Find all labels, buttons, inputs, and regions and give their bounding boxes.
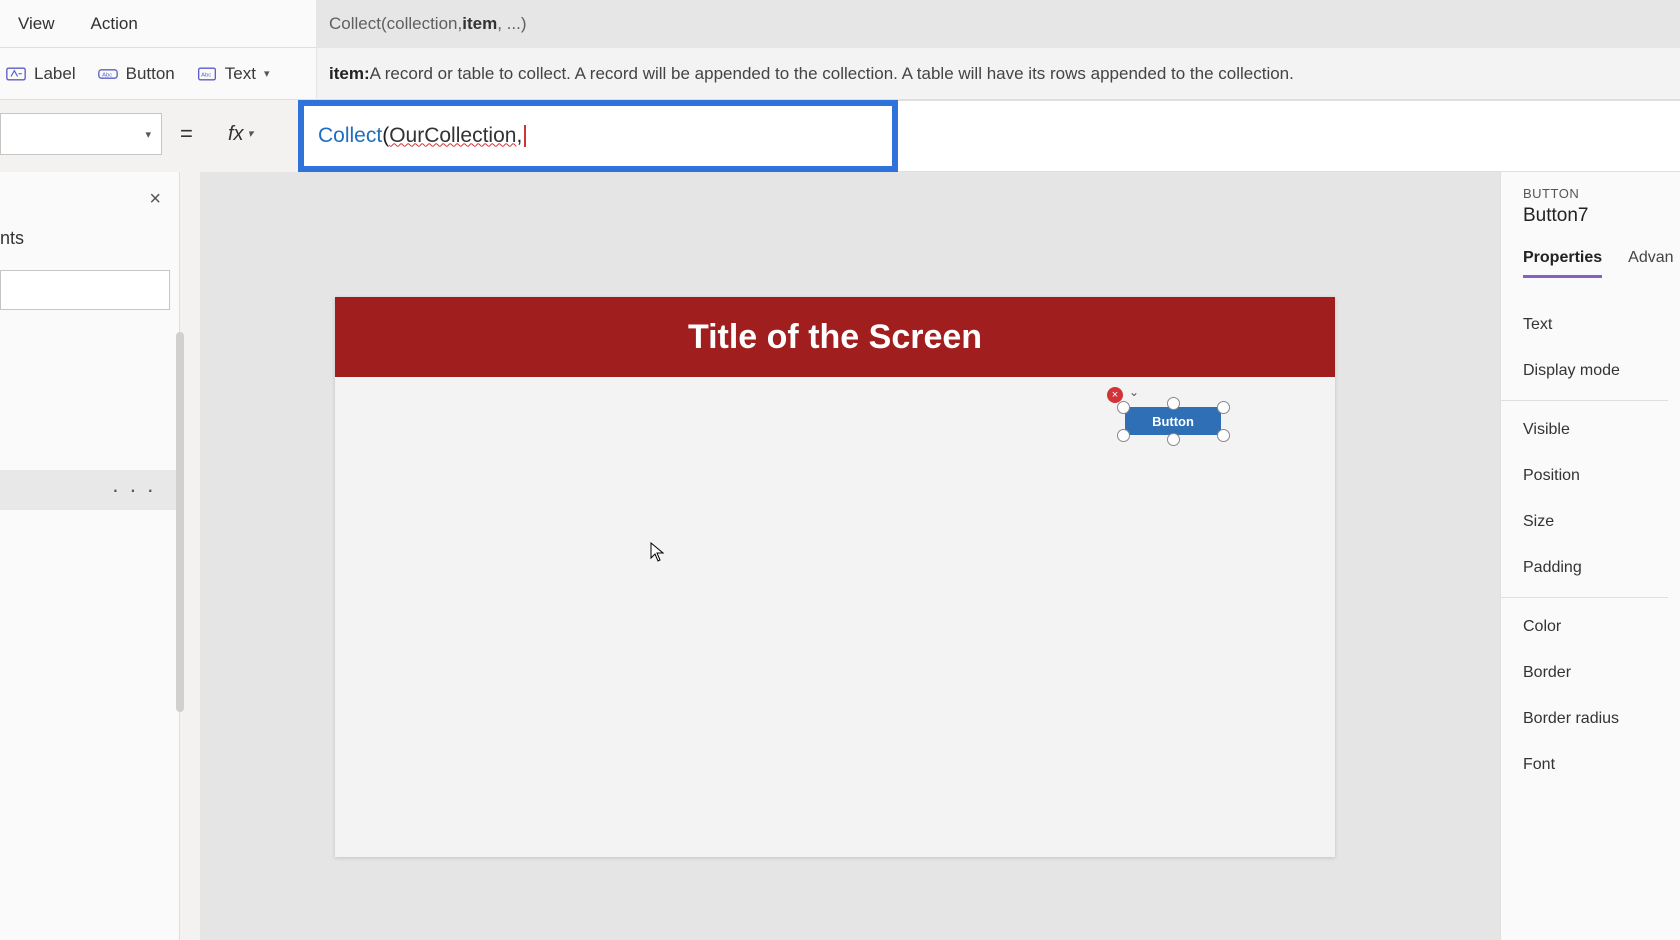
prop-display-mode[interactable]: Display mode bbox=[1523, 348, 1668, 394]
insert-text-text: Text bbox=[225, 64, 256, 84]
chevron-down-icon[interactable]: ⌄ bbox=[1129, 385, 1143, 399]
equals-sign: = bbox=[180, 113, 193, 155]
insert-label-text: Label bbox=[34, 64, 76, 84]
property-dropdown[interactable]: ▾ bbox=[0, 113, 162, 155]
ribbon-commands: Label Abc Button Abc Text ▾ bbox=[0, 48, 316, 100]
more-icon[interactable]: · · · bbox=[112, 477, 156, 503]
insert-button-button[interactable]: Abc Button bbox=[98, 64, 175, 84]
resize-handle[interactable] bbox=[1117, 401, 1130, 414]
tree-header: nts bbox=[0, 228, 24, 249]
resize-handle[interactable] bbox=[1167, 397, 1180, 410]
screen-canvas[interactable]: Title of the Screen × ⌄ Button bbox=[335, 297, 1335, 857]
search-input[interactable] bbox=[0, 270, 170, 310]
formula-bar[interactable]: Collect(OurCollection, bbox=[298, 100, 898, 172]
resize-handle[interactable] bbox=[1217, 401, 1230, 414]
insert-label-button[interactable]: Label bbox=[6, 64, 76, 84]
caret-icon bbox=[524, 125, 526, 147]
insert-text-button[interactable]: Abc Text ▾ bbox=[197, 64, 270, 84]
text-icon: Abc bbox=[197, 64, 217, 84]
prop-border-radius[interactable]: Border radius bbox=[1523, 696, 1668, 742]
svg-text:Abc: Abc bbox=[102, 72, 112, 78]
tab-advanced[interactable]: Advan bbox=[1628, 249, 1673, 278]
control-type-label: BUTTON bbox=[1523, 186, 1680, 201]
prop-visible[interactable]: Visible bbox=[1523, 407, 1668, 453]
divider bbox=[1501, 400, 1668, 401]
insert-button-text: Button bbox=[126, 64, 175, 84]
param-name: item: bbox=[329, 64, 370, 84]
canvas-button[interactable]: Button bbox=[1125, 407, 1221, 435]
tab-view[interactable]: View bbox=[0, 0, 73, 48]
divider bbox=[1501, 597, 1668, 598]
sig-bold: item bbox=[462, 14, 497, 34]
canvas-area: Title of the Screen × ⌄ Button bbox=[200, 172, 1500, 940]
props-tabs: Properties Advan bbox=[1523, 249, 1680, 278]
control-name-label: Button7 bbox=[1523, 205, 1680, 227]
button-icon: Abc bbox=[98, 64, 118, 84]
tree-item-selected[interactable]: · · · bbox=[0, 470, 180, 510]
formula-code: Collect(OurCollection, bbox=[318, 124, 526, 149]
chevron-down-icon: ▾ bbox=[145, 128, 151, 141]
prop-color[interactable]: Color bbox=[1523, 604, 1668, 650]
tree-view-panel: × nts · · · bbox=[0, 172, 180, 940]
formula-signature-hint: Collect(collection, item , ...) bbox=[316, 0, 1680, 48]
label-icon bbox=[6, 64, 26, 84]
resize-handle[interactable] bbox=[1167, 433, 1180, 446]
fn-token: Collect bbox=[318, 124, 382, 147]
prop-position[interactable]: Position bbox=[1523, 453, 1668, 499]
param-desc: A record or table to collect. A record w… bbox=[370, 64, 1294, 84]
svg-text:Abc: Abc bbox=[201, 72, 211, 78]
close-icon[interactable]: × bbox=[149, 188, 161, 211]
scrollbar[interactable] bbox=[176, 332, 184, 712]
resize-handle[interactable] bbox=[1217, 429, 1230, 442]
tab-action[interactable]: Action bbox=[73, 0, 156, 48]
sig-post: , ...) bbox=[497, 14, 526, 34]
prop-padding[interactable]: Padding bbox=[1523, 545, 1668, 591]
selected-control[interactable]: × ⌄ Button bbox=[1115, 399, 1231, 431]
properties-panel: BUTTON Button7 Properties Advan Text Dis… bbox=[1500, 172, 1680, 940]
sig-pre: Collect(collection, bbox=[329, 14, 462, 34]
screen-title-label[interactable]: Title of the Screen bbox=[335, 297, 1335, 377]
fx-button[interactable]: fx ▾ bbox=[228, 113, 288, 155]
identifier-token: OurCollection bbox=[389, 124, 516, 147]
param-help-strip: item: A record or table to collect. A re… bbox=[316, 48, 1680, 100]
prop-border[interactable]: Border bbox=[1523, 650, 1668, 696]
prop-font[interactable]: Font bbox=[1523, 742, 1668, 788]
resize-handle[interactable] bbox=[1117, 429, 1130, 442]
chevron-down-icon: ▾ bbox=[248, 113, 254, 155]
comma-token: , bbox=[516, 124, 522, 147]
cursor-arrow-icon bbox=[650, 542, 664, 562]
prop-text[interactable]: Text bbox=[1523, 302, 1668, 348]
formula-bar-extension[interactable] bbox=[898, 100, 1680, 172]
fx-label: fx bbox=[228, 113, 244, 155]
prop-size[interactable]: Size bbox=[1523, 499, 1668, 545]
tab-properties[interactable]: Properties bbox=[1523, 249, 1602, 278]
chevron-down-icon: ▾ bbox=[264, 67, 270, 80]
props-section: Text Display mode Visible Position Size … bbox=[1523, 302, 1680, 788]
